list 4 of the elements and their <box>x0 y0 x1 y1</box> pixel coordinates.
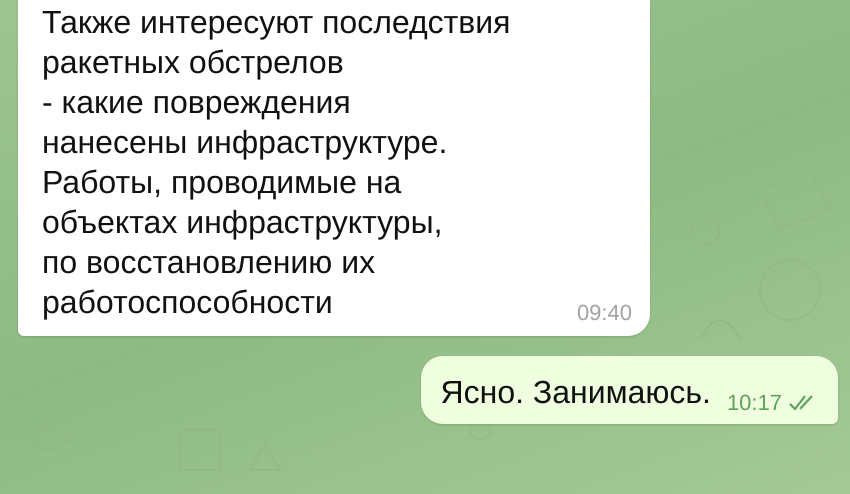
message-text: Ясно. Занимаюсь. <box>440 373 711 412</box>
message-time: 09:40 <box>576 300 632 326</box>
message-time: 10:17 <box>726 390 782 416</box>
message-text: Также интересуют последствия ракетных обстрелов - какие повреждения нанесены инфраструктуре. Работы, проводимые на объектах инфраструктуры, по восстановлению их работоспособности <box>42 3 512 322</box>
